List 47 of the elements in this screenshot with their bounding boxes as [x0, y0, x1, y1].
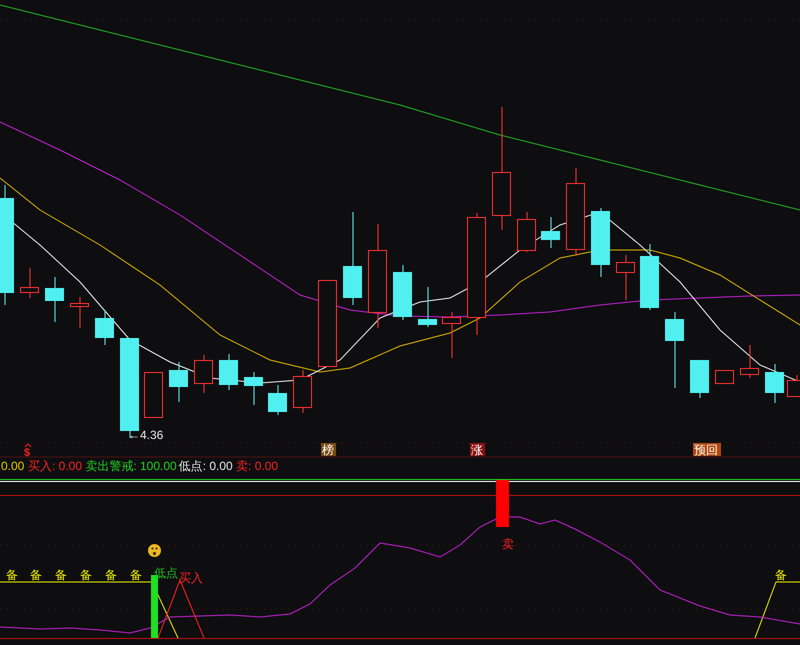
low-point-label: 低点 [154, 566, 178, 580]
candlestick [194, 354, 213, 394]
buy-label: 买入 [179, 571, 203, 585]
candlestick [640, 244, 659, 310]
prepare-label: 备 [105, 568, 117, 582]
candlestick [418, 286, 437, 328]
prepare-label: 备 [80, 568, 92, 582]
candlestick [740, 344, 759, 378]
candlestick [591, 208, 610, 278]
prepare-label: 备 [6, 568, 18, 582]
caret-icon [24, 443, 32, 448]
candlestick [95, 310, 114, 346]
signal-mark: $ [24, 447, 30, 459]
candlestick [268, 384, 287, 416]
signal-tag: 涨 [470, 443, 485, 457]
candlestick [787, 374, 800, 397]
indicator-value: 买入: 0.00 [28, 459, 82, 473]
candlestick [442, 312, 461, 358]
candlestick [690, 360, 709, 398]
indicator-value: 卖: 0.00 [236, 459, 278, 473]
low-price-label: ←4.36 [128, 428, 164, 442]
indicator-value: 卖出警戒: 100.00 [85, 459, 177, 473]
candlestick [169, 362, 188, 402]
sell-signal-bar [496, 480, 509, 527]
sell-label: 卖 [502, 537, 514, 551]
indicator-value: 低点: 0.00 [178, 459, 233, 473]
candlestick [541, 216, 560, 248]
candlestick [293, 370, 312, 414]
candlestick [393, 264, 412, 320]
candlestick [715, 370, 734, 384]
candlestick [20, 268, 39, 298]
indicator-value: 0.00 [1, 459, 24, 473]
prepare-label: 备 [130, 568, 142, 582]
candlestick [144, 372, 163, 418]
candlestick [45, 276, 64, 322]
prepare-label: 备 [55, 568, 67, 582]
candlestick [616, 254, 635, 300]
signal-tag: 预回 [693, 443, 721, 457]
candlestick [219, 354, 238, 390]
candlestick [517, 212, 536, 252]
smiley-icon [148, 544, 161, 557]
signal-tag: 榜 [321, 443, 336, 457]
candlestick [765, 364, 784, 404]
candlestick [70, 296, 89, 328]
prepare-label: 备 [775, 568, 787, 582]
candlestick [244, 372, 263, 406]
prepare-label: 备 [30, 568, 42, 582]
